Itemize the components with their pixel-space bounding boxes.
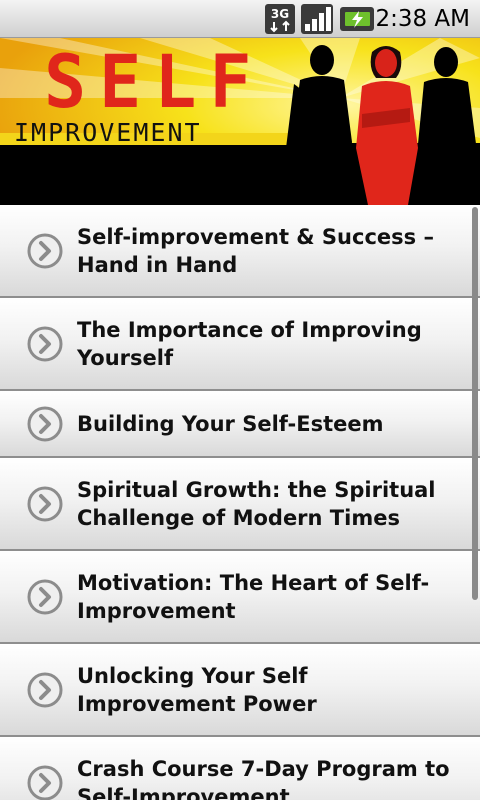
banner-subtitle: IMPROVEMENT bbox=[14, 118, 202, 147]
chevron-right-circle-icon bbox=[27, 406, 63, 441]
article-list[interactable]: Self-improvement & Success – Hand in Han… bbox=[0, 205, 480, 800]
clock-time: 2:38 AM bbox=[375, 6, 470, 32]
3g-data-icon: 3G bbox=[265, 4, 295, 34]
list-scrollbar[interactable] bbox=[472, 207, 478, 600]
chevron-right-circle-icon bbox=[27, 579, 63, 614]
chevron-right-circle-icon bbox=[27, 486, 63, 521]
signal-strength-icon bbox=[301, 4, 333, 34]
list-item[interactable]: Building Your Self-Esteem bbox=[0, 391, 480, 458]
chevron-right-circle-icon bbox=[27, 326, 63, 361]
list-item-title: Crash Course 7-Day Program to Self-Impro… bbox=[77, 756, 450, 800]
list-item-title: Spiritual Growth: the Spiritual Challeng… bbox=[77, 477, 436, 530]
list-item-title: The Importance of Improving Yourself bbox=[77, 317, 422, 370]
list-item[interactable]: Crash Course 7-Day Program to Self-Impro… bbox=[0, 737, 480, 800]
status-bar: 3G 2:38 AM bbox=[0, 0, 480, 38]
list-item-title: Self-improvement & Success – Hand in Han… bbox=[77, 224, 434, 277]
chevron-right-circle-icon bbox=[27, 765, 63, 800]
banner-title: SELF bbox=[44, 38, 265, 126]
list-item[interactable]: Self-improvement & Success – Hand in Han… bbox=[0, 205, 480, 298]
list-item-title: Building Your Self-Esteem bbox=[77, 411, 384, 436]
list-item-title: Motivation: The Heart of Self-Improvemen… bbox=[77, 570, 430, 623]
list-item[interactable]: Unlocking Your Self Improvement Power bbox=[0, 644, 480, 737]
chevron-right-circle-icon bbox=[27, 672, 63, 707]
chevron-right-circle-icon bbox=[27, 233, 63, 268]
network-type-label: 3G bbox=[271, 7, 289, 21]
battery-charging-icon bbox=[340, 7, 374, 31]
header-banner: SELF IMPROVEMENT bbox=[0, 38, 480, 205]
list-item[interactable]: Spiritual Growth: the Spiritual Challeng… bbox=[0, 458, 480, 551]
list-item[interactable]: Motivation: The Heart of Self-Improvemen… bbox=[0, 551, 480, 644]
list-item-title: Unlocking Your Self Improvement Power bbox=[77, 663, 317, 716]
app-screen: 3G 2:38 AM SELF IMPROVEMENT Self-improve… bbox=[0, 0, 480, 800]
list-item[interactable]: The Importance of Improving Yourself bbox=[0, 298, 480, 391]
